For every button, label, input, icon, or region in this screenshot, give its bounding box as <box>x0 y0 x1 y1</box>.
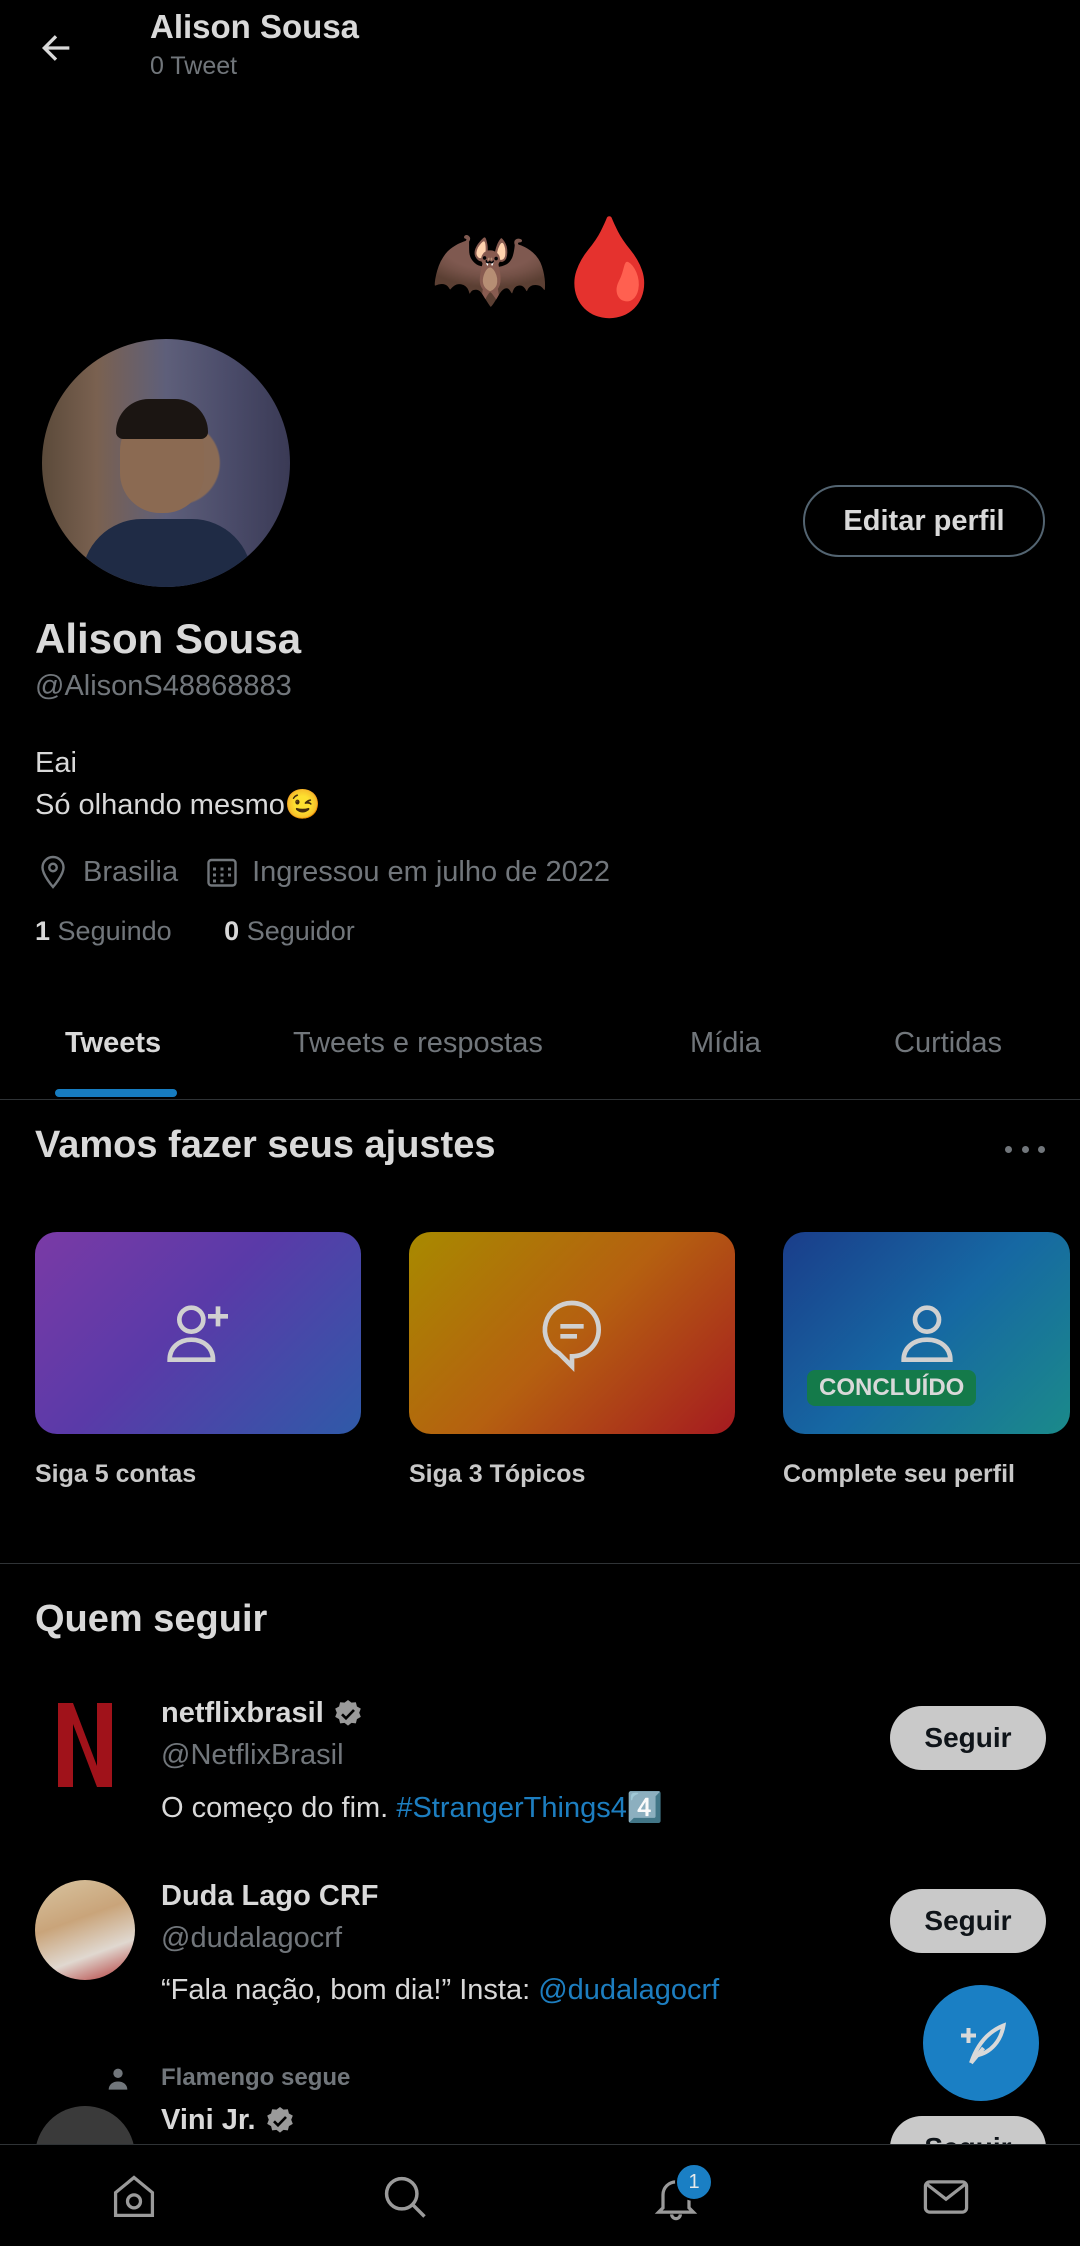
followers-link[interactable]: 0 Seguidor <box>224 916 355 946</box>
bottom-navigation <box>0 2144 1080 2246</box>
tab-tweets[interactable]: Tweets <box>65 1027 161 1060</box>
mail-icon <box>923 2180 969 2214</box>
mention-link[interactable]: @dudalagocrf <box>538 1974 719 2006</box>
following-link[interactable]: 1 Seguindo <box>35 916 172 946</box>
person-icon <box>108 2068 128 2090</box>
setup-title: Vamos fazer seus ajustes <box>35 1124 496 1166</box>
arrow-left-icon <box>42 35 70 61</box>
account-name-text: Vini Jr. <box>161 2104 256 2136</box>
tab-tweets-replies[interactable]: Tweets e respostas <box>293 1027 543 1060</box>
profile-handle: @AlisonS48868883 <box>35 670 292 702</box>
back-button[interactable] <box>28 20 84 76</box>
bio-line-2: Só olhando mesmo😉 <box>35 789 321 821</box>
profile-meta: Brasilia Ingressou em julho de 2022 <box>35 852 610 892</box>
setup-card-follow-accounts[interactable] <box>35 1232 361 1434</box>
account-name[interactable]: netflixbrasil <box>161 1697 364 1730</box>
followers-count: 0 <box>224 916 240 946</box>
setup-card-label: Complete seu perfil <box>783 1460 1015 1488</box>
compose-tweet-button[interactable] <box>923 1985 1039 2101</box>
top-bar: Alison Sousa 0 Tweet <box>0 0 1080 101</box>
location-pin-icon <box>35 854 71 890</box>
setup-card-label: Siga 5 contas <box>35 1460 197 1488</box>
account-handle: @dudalagocrf <box>161 1922 342 1954</box>
profile-screen: Alison Sousa 0 Tweet 🦇🩸 Editar perfil Al… <box>0 0 1080 2246</box>
calendar-icon <box>204 854 240 890</box>
account-name-text: netflixbrasil <box>161 1697 324 1729</box>
avatar-shirt <box>82 519 252 587</box>
account-bio-emoji: 4️⃣ <box>626 1792 663 1824</box>
avatar-hair <box>116 399 208 439</box>
netflix-logo-icon <box>58 1703 112 1787</box>
account-avatar[interactable] <box>35 1880 135 1980</box>
account-name[interactable]: Duda Lago CRF <box>161 1880 379 1913</box>
who-to-follow-title: Quem seguir <box>35 1598 268 1640</box>
avatar[interactable] <box>38 335 294 591</box>
header-tweet-count: 0 Tweet <box>150 52 238 80</box>
topic-bubble-icon <box>542 1300 601 1372</box>
tab-likes[interactable]: Curtidas <box>894 1027 1002 1060</box>
header-title: Alison Sousa <box>150 8 360 45</box>
profile-location: Brasilia <box>83 855 179 888</box>
account-bio-text: O começo do fim. <box>161 1792 397 1824</box>
edit-profile-button[interactable]: Editar perfil <box>803 485 1045 557</box>
tab-media[interactable]: Mídia <box>690 1027 761 1060</box>
verified-icon <box>266 2106 293 2133</box>
bio-line-1: Eai <box>35 747 77 779</box>
account-bio: “Fala nação, bom dia!” Insta: @dudalagoc… <box>161 1974 719 2007</box>
profile-name: Alison Sousa <box>35 615 302 662</box>
followers-label: Seguidor <box>246 916 355 946</box>
setup-card-follow-topics[interactable] <box>409 1232 735 1434</box>
profile-joined: Ingressou em julho de 2022 <box>252 855 611 888</box>
follow-stats: 1 Seguindo 0 Seguidor <box>35 916 355 947</box>
notification-count-badge: 1 <box>675 2163 713 2201</box>
nav-home[interactable] <box>106 2169 162 2225</box>
account-bio-text: “Fala nação, bom dia!” Insta: <box>161 1974 539 2006</box>
section-divider <box>0 1563 1080 1564</box>
following-label: Seguindo <box>57 916 172 946</box>
active-tab-indicator <box>55 1089 177 1097</box>
follow-button[interactable]: Seguir <box>890 1706 1046 1770</box>
setup-card-label: Siga 3 Tópicos <box>409 1460 586 1488</box>
hashtag-link[interactable]: #StrangerThings4 <box>396 1792 627 1824</box>
more-options-icon[interactable] <box>1005 1134 1045 1164</box>
nav-messages[interactable] <box>918 2169 974 2225</box>
person-add-icon <box>167 1305 228 1362</box>
home-icon <box>113 2175 155 2218</box>
following-count: 1 <box>35 916 51 946</box>
account-handle: @NetflixBrasil <box>161 1739 344 1771</box>
feather-plus-icon <box>961 2022 1007 2065</box>
verified-icon <box>334 1699 361 1726</box>
social-context: Flamengo segue <box>161 2064 351 2091</box>
account-name-text: Duda Lago CRF <box>161 1880 379 1912</box>
profile-banner[interactable]: 🦇🩸 <box>0 100 1080 370</box>
completed-badge: CONCLUÍDO <box>807 1370 977 1406</box>
follow-button[interactable]: Seguir <box>890 1889 1046 1953</box>
setup-card-complete-profile[interactable]: CONCLUÍDO <box>783 1232 1070 1434</box>
profile-bio: Eai Só olhando mesmo😉 <box>35 742 321 826</box>
account-bio: O começo do fim. #StrangerThings44️⃣ <box>161 1791 663 1825</box>
nav-search[interactable] <box>377 2169 433 2225</box>
search-icon <box>384 2176 426 2218</box>
banner-emoji: 🦇🩸 <box>430 214 670 321</box>
account-name[interactable]: Vini Jr. <box>161 2104 296 2137</box>
profile-tabs: Tweets Tweets e respostas Mídia Curtidas <box>0 1005 1080 1100</box>
account-avatar[interactable] <box>35 1695 135 1795</box>
person-icon <box>900 1305 953 1362</box>
